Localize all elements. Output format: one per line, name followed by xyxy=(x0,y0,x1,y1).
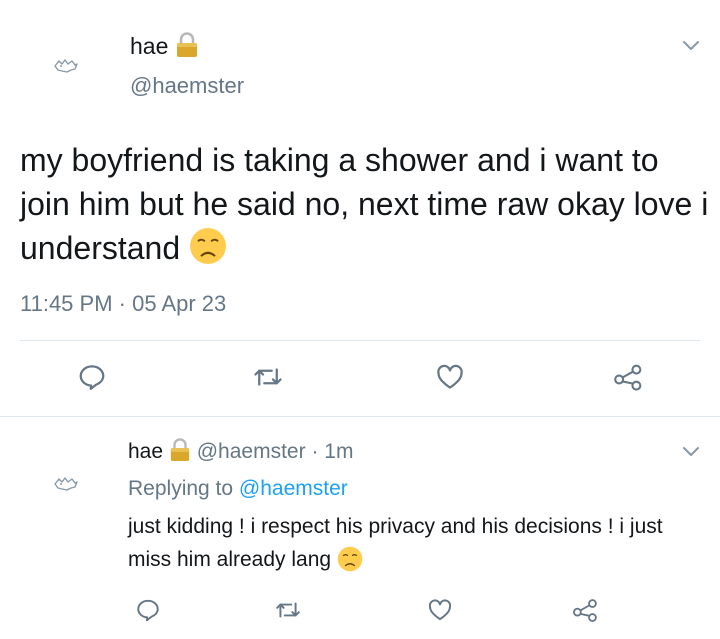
retweet-button[interactable] xyxy=(248,357,288,397)
disappointed-face-emoji-icon xyxy=(190,228,226,264)
lock-icon xyxy=(170,438,190,461)
display-name[interactable]: hae xyxy=(128,440,163,463)
retweet-button[interactable] xyxy=(270,592,306,628)
chevron-down-icon[interactable] xyxy=(680,440,702,462)
handle[interactable]: @haemster xyxy=(197,440,306,463)
reply-icon xyxy=(79,365,105,390)
reply-time: · 1m xyxy=(311,440,354,463)
share-icon xyxy=(573,599,597,622)
like-button[interactable] xyxy=(422,592,458,628)
reply-text: just kidding ! i respect his privacy and… xyxy=(128,515,663,572)
replying-to-link[interactable]: @haemster xyxy=(239,477,348,500)
retweet-icon xyxy=(276,602,300,618)
avatar[interactable] xyxy=(42,42,90,90)
divider xyxy=(20,340,700,341)
timestamp[interactable]: 11:45 PM · 05 Apr 23 xyxy=(20,290,226,318)
chevron-down-icon[interactable] xyxy=(680,34,702,56)
reply-button[interactable] xyxy=(72,357,112,397)
like-icon xyxy=(437,364,463,389)
avatar-icon xyxy=(54,477,78,491)
display-name[interactable]: hae xyxy=(130,33,168,59)
retweet-icon xyxy=(254,368,282,386)
avatar-icon xyxy=(54,59,78,73)
author-line: hae xyxy=(130,32,199,60)
tweet-separator xyxy=(0,416,720,417)
share-icon xyxy=(614,364,642,391)
handle[interactable]: @haemster xyxy=(130,72,244,100)
tweet-text: my boyfriend is taking a shower and i wa… xyxy=(20,142,709,266)
like-icon xyxy=(428,599,452,621)
avatar[interactable] xyxy=(42,460,90,508)
reply-icon xyxy=(137,599,159,622)
like-button[interactable] xyxy=(430,357,470,397)
lock-icon xyxy=(176,32,197,57)
replying-to: Replying to @haemster xyxy=(128,477,348,500)
disappointed-face-emoji-icon xyxy=(337,546,363,572)
share-button[interactable] xyxy=(609,357,649,397)
share-button[interactable] xyxy=(568,592,604,628)
reply-button[interactable] xyxy=(130,592,166,628)
reply-author-line: hae @haemster · 1m xyxy=(128,438,353,465)
